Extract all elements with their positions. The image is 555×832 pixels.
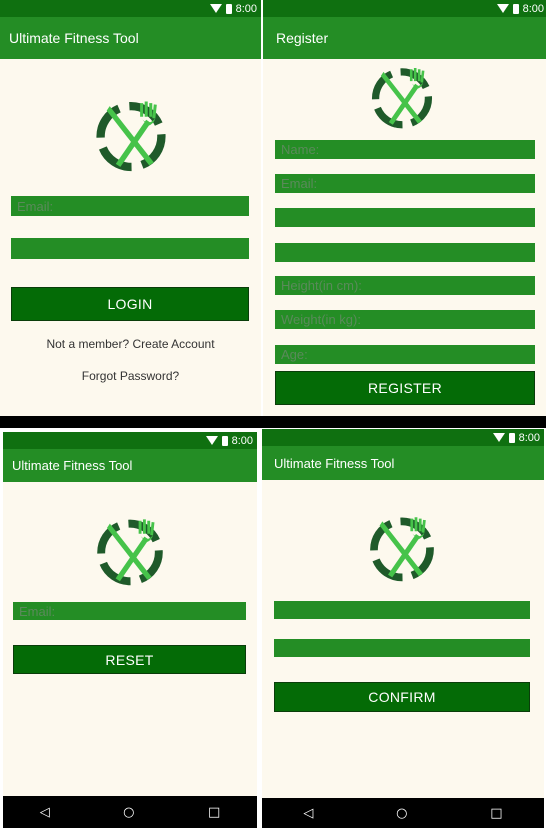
- divider-strip-right: [546, 0, 555, 832]
- age-placeholder: Age:: [281, 347, 308, 362]
- status-bar: 8:00: [3, 432, 257, 449]
- reset-button[interactable]: RESET: [13, 645, 246, 674]
- status-time: 8:00: [518, 431, 540, 444]
- email-field[interactable]: Email:: [11, 196, 249, 216]
- app-bar: Ultimate Fitness Tool: [262, 446, 544, 480]
- weight-placeholder: Weight(in kg):: [281, 312, 361, 327]
- confirm-screen: 8:00 Ultimate Fitness Tool CONFIRM ◁ ○ □: [262, 429, 544, 828]
- confirm-password-field[interactable]: [275, 243, 535, 262]
- status-bar: 8:00: [262, 429, 544, 446]
- register-screen: 8:00 Register Name: Email: Height(in cm)…: [263, 0, 548, 420]
- forgot-password-link[interactable]: Forgot Password?: [0, 369, 261, 383]
- status-bar: 8:00: [0, 0, 261, 17]
- back-icon[interactable]: ◁: [303, 806, 313, 821]
- height-placeholder: Height(in cm):: [281, 278, 362, 293]
- fork-knife-logo: [94, 515, 166, 587]
- new-password-field[interactable]: [274, 639, 530, 657]
- name-placeholder: Name:: [281, 142, 320, 157]
- wifi-icon: [205, 436, 218, 445]
- register-button[interactable]: REGISTER: [275, 371, 535, 405]
- email-placeholder: Email:: [17, 198, 54, 214]
- app-bar: Register: [263, 17, 548, 59]
- app-title: Ultimate Fitness Tool: [12, 458, 133, 473]
- weight-field[interactable]: Weight(in kg):: [275, 310, 535, 329]
- login-button-label: LOGIN: [107, 296, 153, 312]
- reset-button-label: RESET: [105, 651, 154, 668]
- back-icon[interactable]: ◁: [40, 805, 50, 820]
- home-icon[interactable]: ○: [123, 805, 134, 820]
- battery-icon: [225, 3, 232, 14]
- app-title: Ultimate Fitness Tool: [9, 30, 139, 46]
- fork-knife-logo: [93, 97, 169, 173]
- wifi-icon: [209, 4, 222, 13]
- status-time: 8:00: [522, 2, 544, 15]
- wifi-icon: [496, 4, 509, 13]
- reset-screen: 8:00 Ultimate Fitness Tool Email: RESET …: [3, 432, 257, 828]
- app-bar: Ultimate Fitness Tool: [0, 17, 261, 59]
- register-button-label: REGISTER: [368, 380, 442, 396]
- password-field[interactable]: [275, 208, 535, 227]
- name-field[interactable]: Name:: [275, 140, 535, 159]
- code-field[interactable]: [274, 601, 530, 619]
- create-account-link[interactable]: Not a member? Create Account: [0, 337, 261, 351]
- email-field[interactable]: Email:: [13, 602, 246, 620]
- login-button[interactable]: LOGIN: [11, 287, 249, 321]
- confirm-button[interactable]: CONFIRM: [274, 682, 530, 712]
- email-placeholder: Email:: [281, 176, 318, 191]
- home-icon[interactable]: ○: [396, 806, 407, 821]
- age-field[interactable]: Age:: [275, 345, 535, 364]
- email-field[interactable]: Email:: [275, 174, 535, 193]
- confirm-button-label: CONFIRM: [368, 689, 436, 705]
- recents-icon[interactable]: □: [208, 805, 220, 820]
- status-bar: 8:00: [263, 0, 548, 17]
- app-title: Register: [276, 30, 329, 46]
- height-field[interactable]: Height(in cm):: [275, 276, 535, 295]
- navigation-bar: ◁ ○ □: [262, 798, 544, 828]
- login-screen: 8:00 Ultimate Fitness Tool Email: LOGIN …: [0, 0, 261, 420]
- email-placeholder: Email:: [19, 603, 56, 619]
- navigation-bar: ◁ ○ □: [3, 796, 257, 828]
- battery-icon: [512, 3, 519, 14]
- wifi-icon: [492, 433, 505, 442]
- recents-icon[interactable]: □: [490, 806, 502, 821]
- fork-knife-logo: [366, 64, 438, 130]
- app-title: Ultimate Fitness Tool: [274, 455, 395, 471]
- battery-icon: [221, 435, 228, 446]
- divider-strip: [0, 416, 548, 428]
- password-field[interactable]: [11, 238, 249, 259]
- app-bar: Ultimate Fitness Tool: [3, 449, 257, 482]
- status-time: 8:00: [231, 434, 253, 447]
- status-time: 8:00: [235, 2, 257, 15]
- fork-knife-logo: [363, 513, 441, 583]
- battery-icon: [508, 432, 515, 443]
